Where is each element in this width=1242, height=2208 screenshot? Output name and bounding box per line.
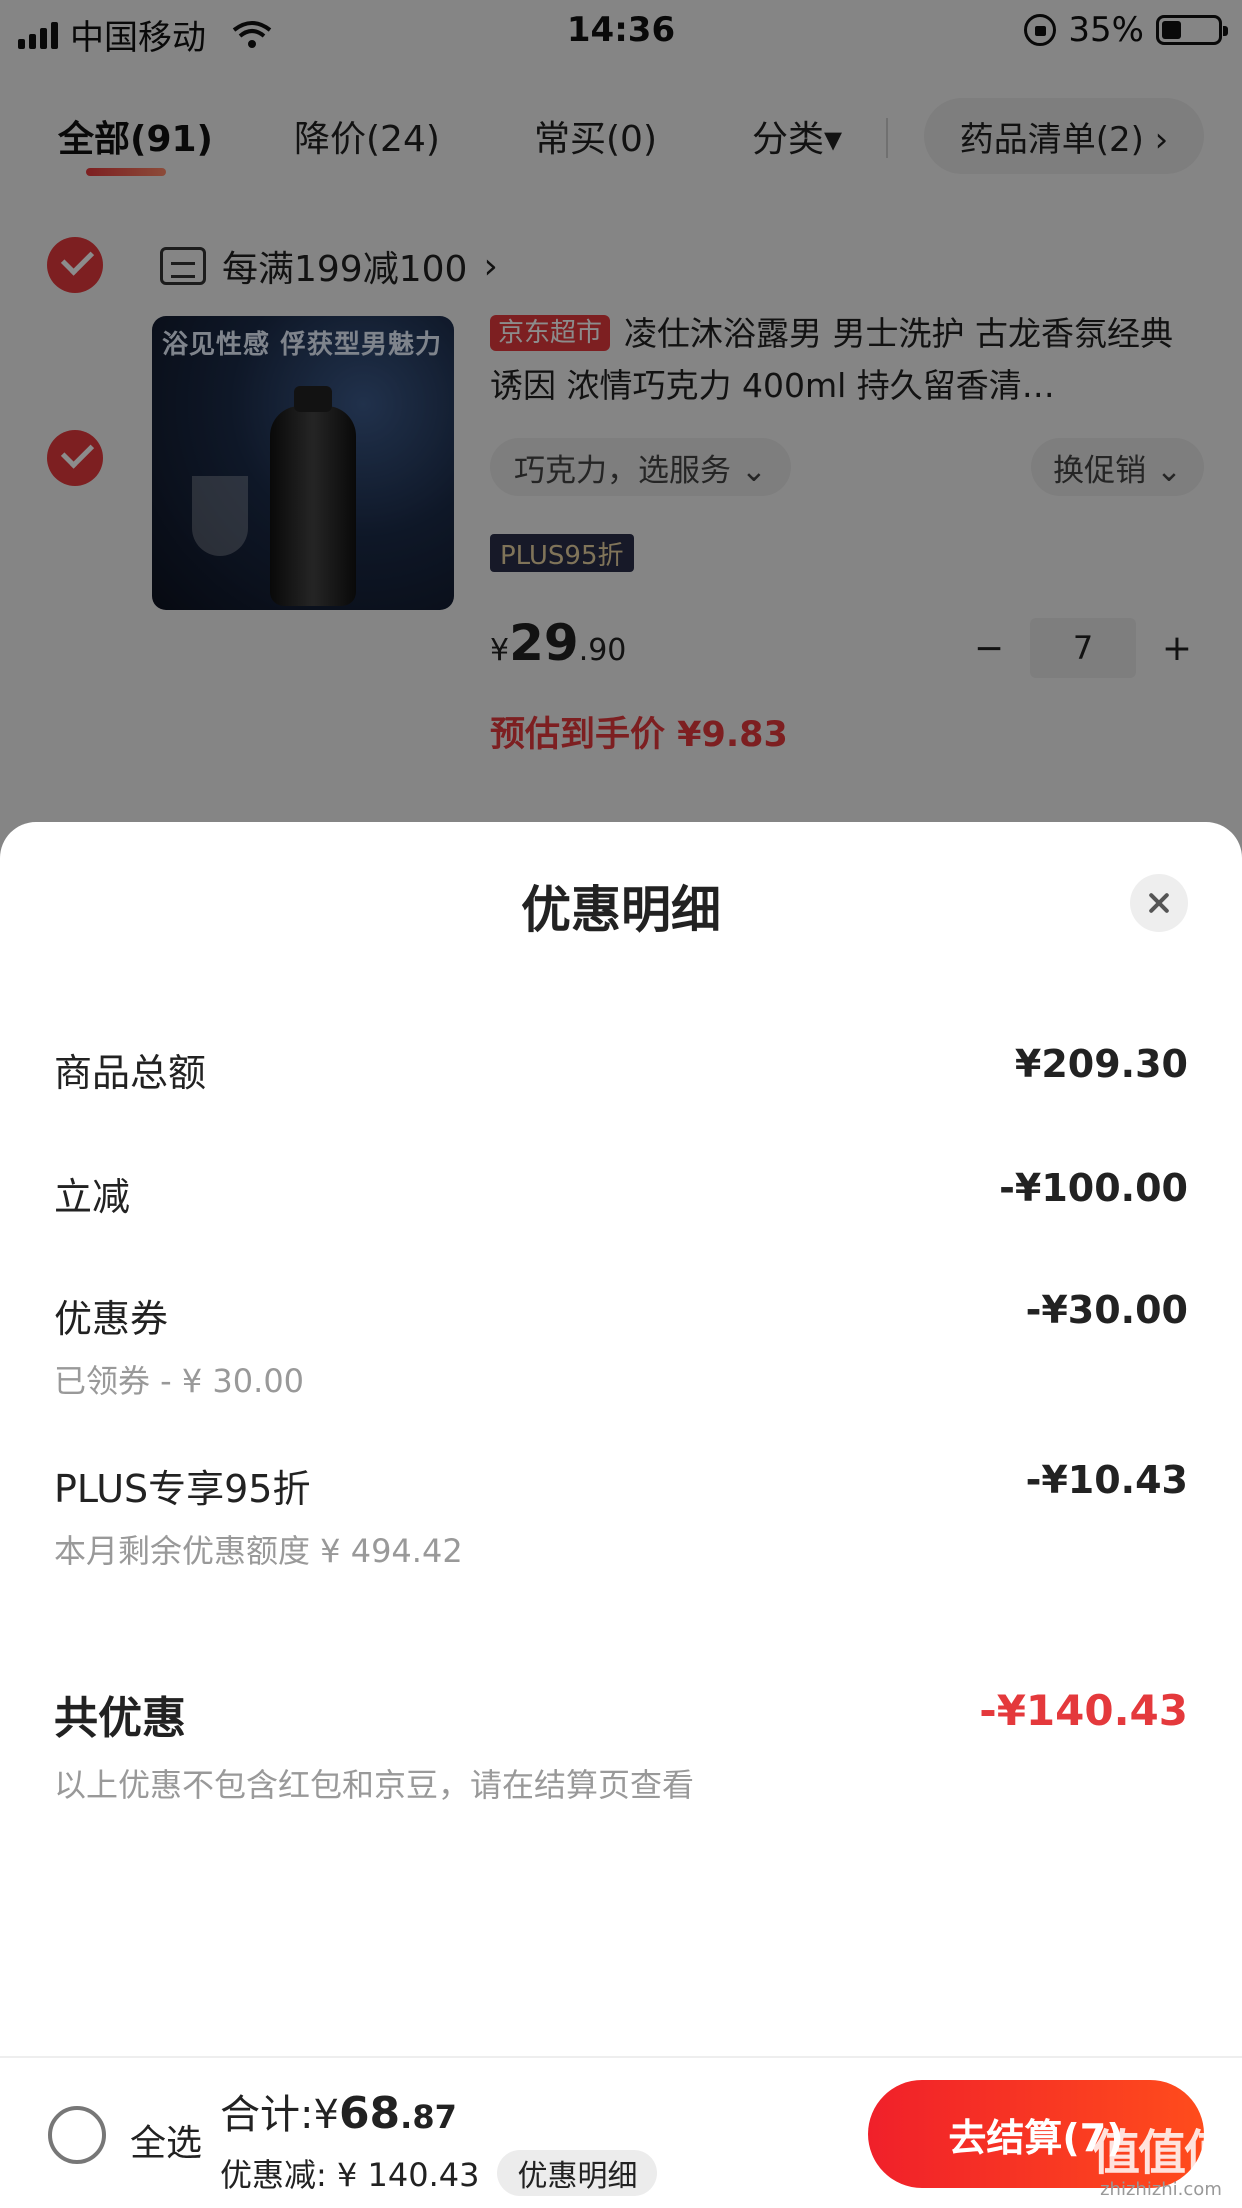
discount-detail-sheet: 优惠明细 商品总额 ¥209.30 立减 -¥100.00 优惠券 -¥30.0… bbox=[0, 822, 1242, 2208]
watermark-url: zhizhizhi.com bbox=[1100, 2179, 1222, 2200]
sum-label: 合计:¥ bbox=[220, 2092, 339, 2138]
total-discount-value: -¥140.43 bbox=[979, 1686, 1188, 1735]
checkout-bar: 全选 合计:¥68.87 优惠减: ¥ 140.43 优惠明细 去结算(7) 值… bbox=[0, 2056, 1242, 2208]
row-coupon-sub: 已领券 - ¥ 30.00 bbox=[54, 1362, 305, 1400]
row-plus-label: PLUS专享95折 bbox=[54, 1467, 311, 1511]
sum-total: 合计:¥68.87 bbox=[220, 2082, 457, 2140]
total-discount-label: 共优惠 bbox=[54, 1693, 186, 1744]
row-plus-value: -¥10.43 bbox=[1025, 1458, 1188, 1502]
discount-amount: 优惠减: ¥ 140.43 bbox=[220, 2156, 480, 2194]
sum-integer: 68 bbox=[338, 2088, 401, 2139]
select-all-checkbox[interactable] bbox=[48, 2106, 106, 2164]
select-all-label[interactable]: 全选 bbox=[130, 2114, 202, 2166]
discount-detail-button[interactable]: 优惠明细 bbox=[497, 2150, 658, 2196]
row-instant-off-label: 立减 bbox=[54, 1175, 131, 1219]
row-coupon-label: 优惠券 bbox=[54, 1297, 169, 1341]
close-icon[interactable] bbox=[1130, 874, 1188, 932]
row-goods-total-label: 商品总额 bbox=[54, 1051, 207, 1095]
discount-line: 优惠减: ¥ 140.43 优惠明细 bbox=[220, 2150, 658, 2196]
row-coupon-value: -¥30.00 bbox=[1025, 1288, 1188, 1332]
row-instant-off-value: -¥100.00 bbox=[999, 1166, 1188, 1210]
sum-decimal: .87 bbox=[400, 2098, 457, 2136]
watermark-logo: 值值值 bbox=[1091, 2125, 1232, 2181]
watermark: 值值值 zhizhizhi.com bbox=[1091, 2125, 1232, 2200]
sheet-title: 优惠明细 bbox=[521, 881, 721, 939]
row-goods-total-value: ¥209.30 bbox=[1014, 1042, 1188, 1086]
row-plus-sub: 本月剩余优惠额度 ¥ 494.42 bbox=[54, 1532, 463, 1570]
total-discount-note: 以上优惠不包含红包和京豆，请在结算页查看 bbox=[54, 1766, 695, 1804]
